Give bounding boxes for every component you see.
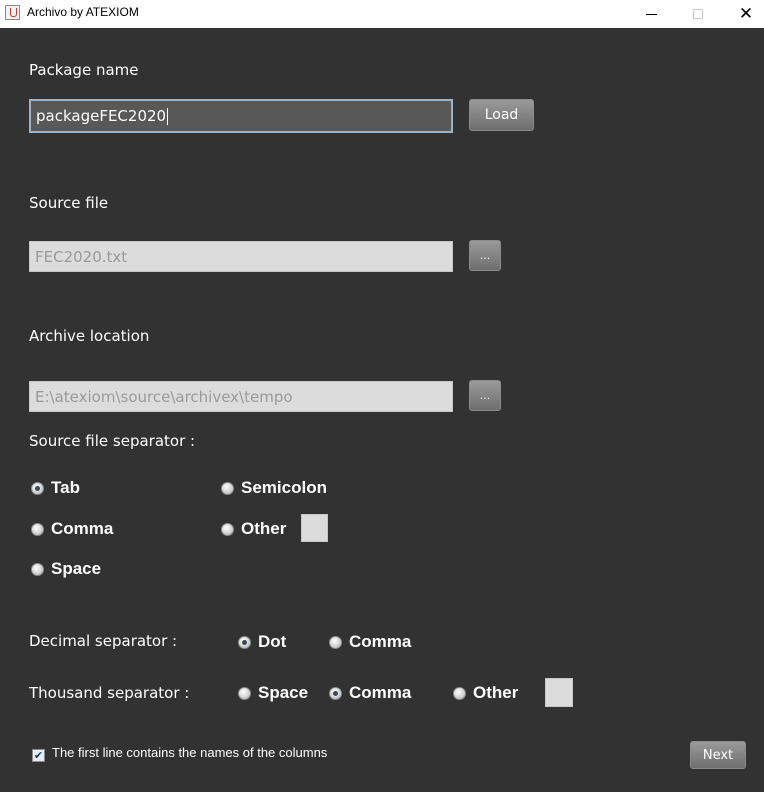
radio-semicolon-label: Semicolon xyxy=(241,478,327,497)
source-file-browse-button[interactable]: ... xyxy=(469,240,501,271)
radio-other-label: Other xyxy=(241,519,287,538)
radio-semicolon[interactable]: Semicolon xyxy=(221,478,327,498)
archive-location-value: E:\atexiom\source\archivex\tempo xyxy=(35,387,293,406)
maximize-button[interactable] xyxy=(675,0,721,28)
radio-space[interactable]: Space xyxy=(31,559,101,579)
radio-comma[interactable]: Comma xyxy=(31,519,113,539)
radio-comma-label: Comma xyxy=(51,519,114,538)
thousand-other-input[interactable] xyxy=(545,678,573,707)
thousand-separator-label: Thousand separator : xyxy=(29,684,190,702)
title-bar: Archivo by ATEXIOM ✕ xyxy=(0,0,764,28)
radio-icon xyxy=(31,562,44,576)
radio-thousand-space-label: Space xyxy=(258,683,309,702)
radio-space-label: Space xyxy=(51,559,102,578)
package-name-input[interactable]: packageFEC2020 xyxy=(29,99,453,133)
radio-icon xyxy=(31,522,44,536)
minimize-icon xyxy=(645,13,657,15)
source-file-value: FEC2020.txt xyxy=(35,247,128,266)
radio-icon xyxy=(329,635,342,649)
load-button[interactable]: Load xyxy=(469,99,534,131)
radio-thousand-space[interactable]: Space xyxy=(238,683,308,703)
source-separator-label: Source file separator : xyxy=(29,432,196,450)
radio-decimal-comma[interactable]: Comma xyxy=(329,632,411,652)
header-row-label: The first line contains the names of the… xyxy=(52,745,328,760)
next-button[interactable]: Next xyxy=(690,741,746,769)
radio-decimal-comma-label: Comma xyxy=(349,632,412,651)
other-separator-input[interactable] xyxy=(301,514,328,542)
radio-selected-icon xyxy=(238,635,251,649)
archive-location-label: Archive location xyxy=(29,327,150,345)
radio-icon xyxy=(453,686,466,700)
radio-icon xyxy=(238,686,251,700)
package-name-value: packageFEC2020 xyxy=(36,107,167,125)
maximize-icon xyxy=(693,9,703,19)
radio-selected-icon xyxy=(329,686,342,700)
radio-icon xyxy=(221,522,234,536)
window-title: Archivo by ATEXIOM xyxy=(27,5,139,19)
radio-decimal-dot[interactable]: Dot xyxy=(238,632,286,652)
decimal-separator-label: Decimal separator : xyxy=(29,632,178,650)
radio-thousand-comma[interactable]: Comma xyxy=(329,683,411,703)
source-file-label: Source file xyxy=(29,194,109,212)
radio-tab-label: Tab xyxy=(51,478,80,497)
radio-selected-icon xyxy=(31,481,44,495)
radio-other[interactable]: Other xyxy=(221,519,286,539)
radio-thousand-other[interactable]: Other xyxy=(453,683,518,703)
radio-thousand-comma-label: Comma xyxy=(349,683,412,702)
source-file-input[interactable]: FEC2020.txt xyxy=(29,241,453,272)
radio-thousand-other-label: Other xyxy=(473,683,519,702)
archive-location-input[interactable]: E:\atexiom\source\archivex\tempo xyxy=(29,381,453,412)
header-row-checkbox[interactable]: ✔ xyxy=(32,749,45,762)
minimize-button[interactable] xyxy=(628,0,674,28)
archive-location-browse-button[interactable]: ... xyxy=(469,380,501,411)
radio-icon xyxy=(221,481,234,495)
checkmark-icon: ✔ xyxy=(33,749,44,762)
close-button[interactable]: ✕ xyxy=(723,0,764,28)
java-app-icon xyxy=(5,5,20,20)
text-caret xyxy=(167,107,169,125)
package-name-label: Package name xyxy=(29,61,139,79)
close-icon: ✕ xyxy=(738,3,754,24)
radio-tab[interactable]: Tab xyxy=(31,478,80,498)
radio-decimal-dot-label: Dot xyxy=(258,632,287,651)
